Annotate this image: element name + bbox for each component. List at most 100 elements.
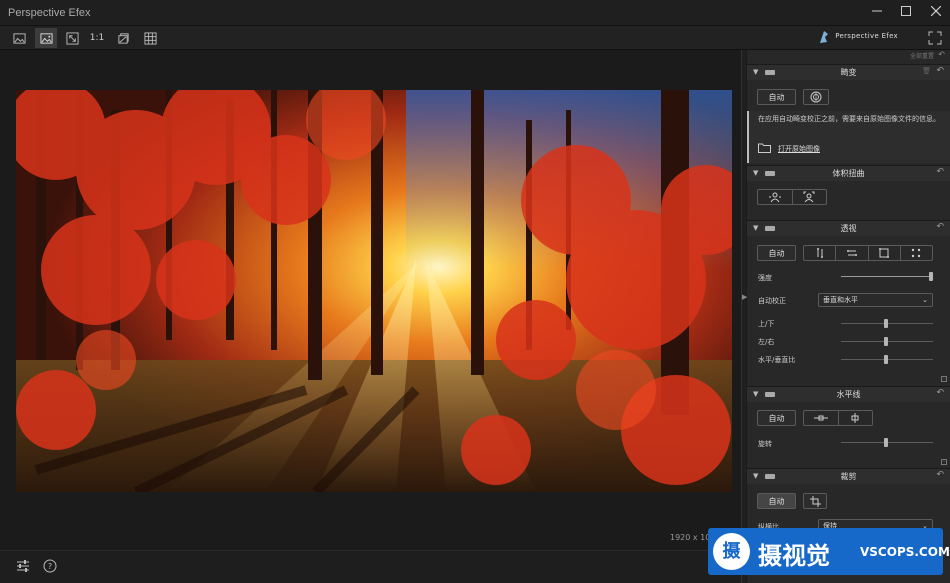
undo-icon[interactable]: ↶ (936, 470, 944, 480)
section-horizon-header[interactable]: ▼ 水平线 ↶ (747, 386, 950, 402)
view-toolbar: 1:1 Perspective Efex (0, 26, 950, 50)
adjustments-panel: 全部重置 ↶ ▼ 畸变 🗑 ↶ 自动 在应用自动畸变校正之前，需要来自原始图像文… (747, 50, 950, 583)
grid-icon (143, 31, 157, 45)
auto-label: 自动 (768, 413, 785, 423)
slider-thumb[interactable] (884, 438, 888, 447)
auto-correct-label: 自动校正 (758, 297, 786, 305)
image-canvas[interactable]: 1920 x 10 (0, 50, 741, 550)
watermark-en-text: VSCOPS.COM (860, 545, 950, 559)
person-center-icon (768, 192, 781, 203)
section-title: 水平线 (836, 390, 861, 399)
zoom-100-button[interactable]: 1:1 (86, 28, 108, 48)
open-raw-link[interactable]: 打开原始图像 (758, 142, 820, 155)
section-expand-icon[interactable]: - (941, 459, 947, 465)
single-view-button[interactable] (8, 28, 30, 48)
points-icon (912, 248, 921, 258)
slider-thumb[interactable] (884, 337, 888, 346)
strength-slider[interactable] (841, 272, 933, 281)
section-crop-header[interactable]: ▼ 裁剪 ↶ (747, 468, 950, 484)
close-icon (930, 5, 942, 17)
lens-profile-button[interactable] (803, 89, 829, 105)
points-mode-button[interactable] (901, 246, 932, 260)
watermark-logo: 摄 (713, 533, 750, 570)
horizon-vertical-button[interactable] (839, 411, 873, 425)
minimize-button[interactable] (866, 4, 888, 22)
ratio-label: 水平/垂直比 (758, 356, 796, 364)
fit-screen-button[interactable] (61, 28, 83, 48)
distortion-info-box: 在应用自动畸变校正之前，需要来自原始图像文件的信息。 打开原始图像 (747, 111, 950, 163)
nik-logo-icon (820, 31, 828, 43)
minimize-icon (872, 10, 882, 12)
left-right-label: 左/右 (758, 338, 775, 346)
maximize-icon (901, 6, 911, 16)
ratio-slider[interactable] (841, 355, 933, 364)
panel-divider[interactable]: ▶ (741, 50, 747, 583)
rectangle-icon (879, 248, 890, 258)
fullscreen-button[interactable] (928, 31, 942, 45)
bottom-bar: ? (0, 550, 741, 583)
section-title: 裁剪 (840, 472, 857, 481)
vertical-mode-button[interactable] (804, 246, 837, 260)
zoom-label: 1:1 (89, 33, 105, 43)
undo-icon[interactable]: ↶ (936, 388, 944, 398)
trash-icon[interactable]: 🗑 (922, 67, 931, 75)
preview-view-button[interactable] (35, 28, 57, 48)
layers-icon (117, 32, 129, 44)
rotate-slider[interactable] (841, 438, 933, 447)
volume-frame-button[interactable] (793, 190, 827, 204)
horizontal-mode-button[interactable] (836, 246, 869, 260)
reset-all-icon[interactable]: ↶ (938, 50, 945, 59)
undo-icon[interactable]: ↶ (936, 222, 944, 232)
slider-thumb[interactable] (884, 319, 888, 328)
horizon-line-icon (813, 415, 828, 421)
settings-button[interactable] (16, 559, 32, 575)
undo-icon[interactable]: ↶ (936, 167, 944, 177)
rectangle-mode-button[interactable] (869, 246, 901, 260)
auto-correct-select[interactable]: 垂直和水平 ⌄ (818, 293, 933, 307)
slider-thumb[interactable] (884, 355, 888, 364)
image-icon (12, 32, 26, 44)
rotate-label: 旋转 (758, 440, 772, 448)
help-button[interactable]: ? (43, 559, 59, 575)
section-title: 体积扭曲 (832, 169, 865, 178)
chevron-down-icon: ⌄ (922, 296, 928, 304)
window-title: Perspective Efex (8, 7, 91, 19)
volume-person-button[interactable] (758, 190, 793, 204)
title-bar: Perspective Efex (0, 0, 950, 26)
slider-thumb[interactable] (929, 272, 933, 281)
grid-button[interactable] (139, 28, 161, 48)
section-volume-header[interactable]: ▼ 体积扭曲 ↶ (747, 165, 950, 181)
auto-label: 自动 (768, 248, 785, 258)
horizon-mode-group (803, 410, 873, 426)
forest-photo (16, 90, 732, 492)
perspective-auto-button[interactable]: 自动 (757, 245, 796, 261)
undo-icon[interactable]: ↶ (936, 66, 944, 76)
sliders-icon (17, 560, 29, 572)
auto-label: 自动 (768, 92, 785, 102)
help-icon: ? (43, 559, 57, 573)
compare-button[interactable] (112, 28, 134, 48)
distortion-auto-button[interactable]: 自动 (757, 89, 796, 105)
up-down-slider[interactable] (841, 319, 933, 328)
section-distortion-header[interactable]: ▼ 畸变 🗑 ↶ (747, 64, 950, 80)
vertical-lines-icon (816, 248, 823, 258)
horizontal-lines-icon (846, 250, 857, 256)
maximize-button[interactable] (895, 4, 917, 22)
volume-mode-group (757, 189, 827, 205)
brand-label: Perspective Efex (835, 32, 898, 40)
horizon-line-button[interactable] (804, 411, 839, 425)
strength-label: 强度 (758, 274, 772, 282)
open-raw-label: 打开原始图像 (778, 145, 820, 153)
close-button[interactable] (925, 4, 947, 22)
section-perspective-header[interactable]: ▼ 透视 ↶ (747, 220, 950, 236)
site-watermark: 摄 摄视觉 VSCOPS.COM (708, 528, 950, 575)
crop-tool-button[interactable] (803, 493, 827, 509)
horizon-auto-button[interactable]: 自动 (757, 410, 796, 426)
left-right-slider[interactable] (841, 337, 933, 346)
reset-all-button[interactable]: 全部重置 (910, 51, 934, 60)
section-expand-icon[interactable]: - (941, 376, 947, 382)
preview-image[interactable] (16, 90, 732, 492)
info-text: 在应用自动畸变校正之前，需要来自原始图像文件的信息。 (758, 115, 940, 123)
crop-auto-button[interactable]: 自动 (757, 493, 796, 509)
svg-text:?: ? (48, 562, 52, 571)
